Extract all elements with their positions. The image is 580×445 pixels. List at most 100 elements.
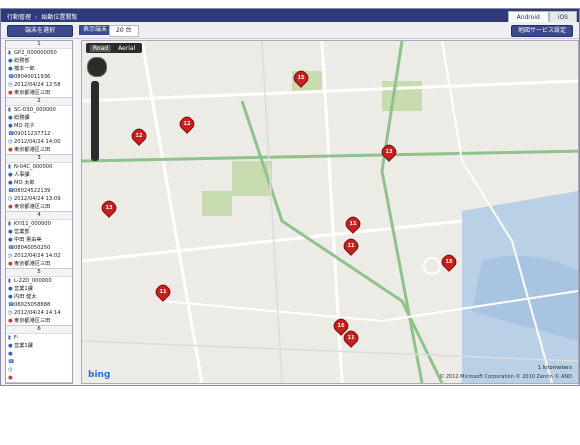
- breadcrumb: 行動管理 › 始動位置閲覧: [7, 14, 78, 21]
- device-time: 2012/04/24 13:09: [14, 196, 61, 202]
- device-dept: 総務部: [14, 58, 30, 64]
- device-phone-row: ☎08024522139: [6, 187, 72, 195]
- bing-logo: bing: [88, 370, 111, 380]
- device-id-row: ▮ L-22D_000000: [6, 277, 72, 285]
- device-address: 東京都港区三田: [14, 147, 51, 153]
- device-phone-row: ☎09011237712: [6, 130, 72, 138]
- device-phone: 09011237712: [14, 131, 51, 137]
- device-card[interactable]: 3 ▮ N-04C_000000 ●人事課 ●MO 太郎 ☎08024522139…: [6, 155, 72, 212]
- device-time: 2012/04/24 14:14: [14, 310, 61, 316]
- map-copyright: © 2012 Microsoft Corporation © 2010 Zenr…: [439, 374, 572, 380]
- device-dept-row: ●総務部: [6, 57, 72, 65]
- device-phone-row: ☎08025058888: [6, 301, 72, 309]
- device-phone-row: ☎08040050250: [6, 244, 72, 252]
- device-list[interactable]: 1 ▮ GP2_000000050 ●総務部 ●橋本一郎 ☎08040011936…: [5, 40, 73, 384]
- device-time-row: ◷2012/04/24 13:09: [6, 195, 72, 203]
- device-user-row: ●: [6, 350, 72, 358]
- app-frame: 行動管理 › 始動位置閲覧 Android iOS 端末を選択 表示端末 20 台 …: [0, 8, 580, 386]
- device-address: 東京都港区三田: [14, 261, 51, 267]
- device-card[interactable]: 6 ▮ F- ●営業1課 ● ☎ ◷ ●: [6, 326, 72, 383]
- device-time-row: ◷2012/04/24 14:14: [6, 309, 72, 317]
- device-dept-row: ●営業1課: [6, 285, 72, 293]
- device-phone-row: ☎: [6, 358, 72, 366]
- device-id: GP2_000000050: [14, 50, 57, 56]
- device-id-row: ▮ F-: [6, 334, 72, 342]
- clock-icon: ◷: [8, 367, 13, 373]
- view-road-button[interactable]: Road: [90, 44, 112, 52]
- title-bar: 行動管理 › 始動位置閲覧 Android iOS: [1, 9, 579, 23]
- device-time-row: ◷: [6, 366, 72, 374]
- device-id: SC-03D_000000: [14, 107, 56, 113]
- zoom-slider[interactable]: [91, 81, 99, 161]
- device-number: 1: [6, 41, 72, 49]
- device-number: 2: [6, 98, 72, 106]
- device-user: 中田 憲由美: [14, 237, 42, 243]
- device-time-row: ◷2012/04/24 14:00: [6, 138, 72, 146]
- device-time: 2012/04/24 12:58: [14, 82, 61, 88]
- device-user: 内田 健太: [14, 294, 37, 300]
- device-phone: 08040011936: [14, 74, 51, 80]
- view-aerial-button[interactable]: Aerial: [115, 45, 138, 52]
- device-dept-row: ●営業部: [6, 228, 72, 236]
- breadcrumb-item[interactable]: 行動管理: [7, 14, 31, 21]
- device-id: KYI11_000000: [14, 221, 51, 227]
- device-number: 3: [6, 155, 72, 163]
- device-dept-row: ●営業1課: [6, 342, 72, 350]
- device-time: 2012/04/24 14:02: [14, 253, 61, 259]
- device-address-row: ●東京都港区三田: [6, 317, 72, 325]
- toolbar: 端末を選択 表示端末 20 台 地図サービス設定: [1, 22, 579, 39]
- device-user: MO 花子: [14, 123, 35, 129]
- device-number: 6: [6, 326, 72, 334]
- device-user-row: ●MO 花子: [6, 122, 72, 130]
- location-pin-icon: ●: [8, 375, 13, 381]
- device-id: N-04C_000000: [14, 164, 53, 170]
- device-id-row: ▮ SC-03D_000000: [6, 106, 72, 114]
- device-address: 東京都港区三田: [14, 318, 51, 324]
- device-number: 5: [6, 269, 72, 277]
- device-address-row: ●東京都港区三田: [6, 146, 72, 154]
- device-time-row: ◷2012/04/24 14:02: [6, 252, 72, 260]
- display-count-value: 20 台: [109, 25, 139, 37]
- device-user: 橋本一郎: [14, 66, 35, 72]
- device-time-row: ◷2012/04/24 12:58: [6, 81, 72, 89]
- device-address-row: ●東京都港区三田: [6, 89, 72, 97]
- map-view[interactable]: Road Aerial 15 12 12 13 13 11 11 15 11 1…: [81, 40, 579, 384]
- device-card[interactable]: 5 ▮ L-22D_000000 ●営業1課 ●内田 健太 ☎0802505888…: [6, 269, 72, 326]
- device-address-row: ●東京都港区三田: [6, 203, 72, 211]
- device-address-row: ●: [6, 374, 72, 382]
- device-phone-row: ☎08040011936: [6, 73, 72, 81]
- device-user-row: ●中田 憲由美: [6, 236, 72, 244]
- device-card[interactable]: 1 ▮ GP2_000000050 ●総務部 ●橋本一郎 ☎08040011936…: [6, 41, 72, 98]
- device-dept-row: ●総務課: [6, 114, 72, 122]
- device-dept-row: ●人事課: [6, 171, 72, 179]
- device-user-row: ●橋本一郎: [6, 65, 72, 73]
- device-user-row: ●内田 健太: [6, 293, 72, 301]
- device-dept: 人事課: [14, 172, 30, 178]
- device-number: 4: [6, 212, 72, 220]
- device-id: F-: [14, 335, 19, 341]
- device-address: 東京都港区三田: [14, 204, 51, 210]
- device-phone: 08025058888: [14, 302, 51, 308]
- breadcrumb-item: 始動位置閲覧: [41, 14, 78, 21]
- device-id: L-22D_000000: [14, 278, 52, 284]
- display-count-label: 表示端末: [79, 25, 112, 35]
- device-dept: 営業1課: [14, 343, 33, 349]
- device-card[interactable]: 4 ▮ KYI11_000000 ●営業部 ●中田 憲由美 ☎0804005025…: [6, 212, 72, 269]
- device-phone: 08040050250: [14, 245, 51, 251]
- device-id-row: ▮ N-04C_000000: [6, 163, 72, 171]
- device-address-row: ●東京都港区三田: [6, 260, 72, 268]
- device-card[interactable]: 2 ▮ SC-03D_000000 ●総務課 ●MO 花子 ☎0901123771…: [6, 98, 72, 155]
- device-dept: 営業1課: [14, 286, 33, 292]
- device-user: MO 太郎: [14, 180, 35, 186]
- user-icon: ●: [8, 351, 13, 357]
- device-phone: 08024522139: [14, 188, 51, 194]
- map-canvas: [82, 41, 578, 383]
- device-user-row: ●MO 太郎: [6, 179, 72, 187]
- compass-icon[interactable]: [87, 57, 107, 77]
- map-settings-button[interactable]: 地図サービス設定: [510, 25, 573, 37]
- device-time: 2012/04/24 14:00: [14, 139, 61, 145]
- map-scale: 1 kilometers: [537, 365, 572, 371]
- select-device-button[interactable]: 端末を選択: [7, 25, 73, 37]
- device-id-row: ▮ GP2_000000050: [6, 49, 72, 57]
- device-dept: 総務課: [14, 115, 30, 121]
